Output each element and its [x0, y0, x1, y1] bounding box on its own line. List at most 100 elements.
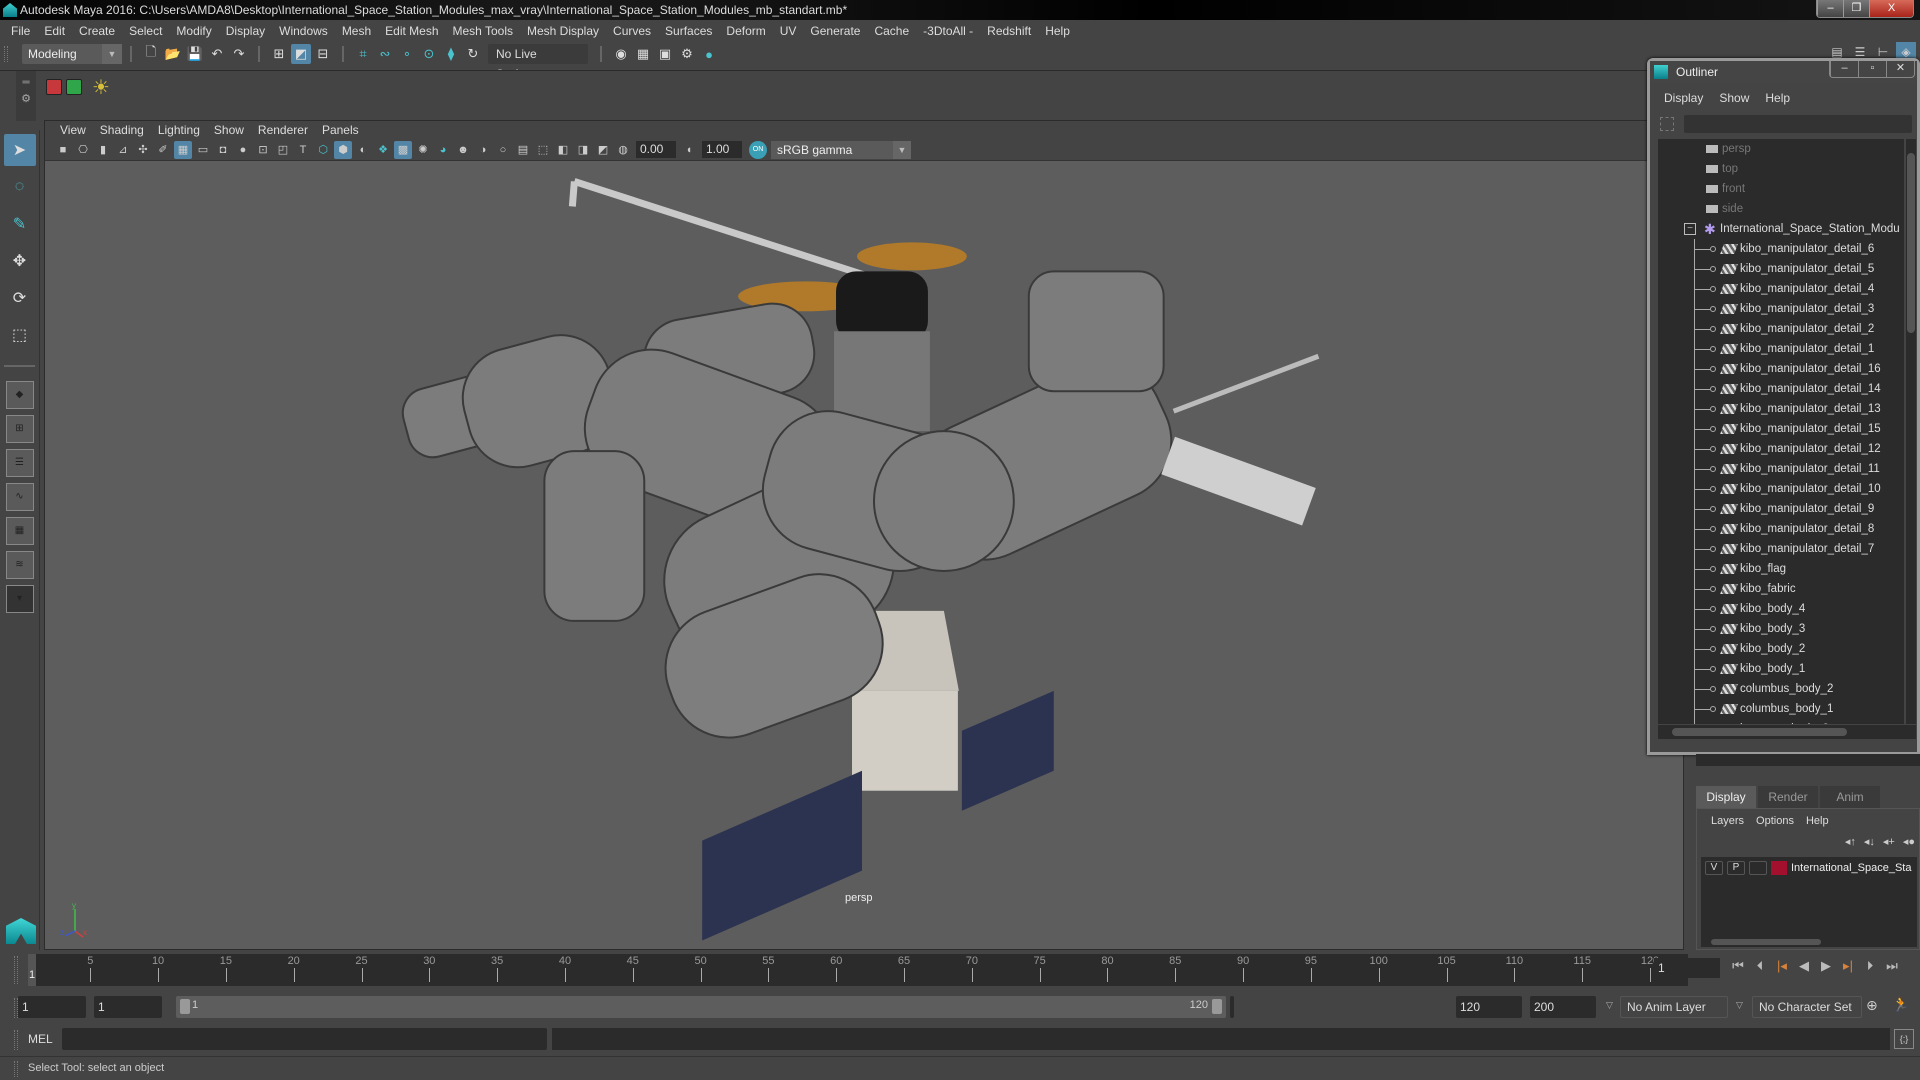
snap-to-point-icon[interactable]: ∘ [397, 44, 417, 64]
script-editor-icon[interactable]: {;} [1894, 1029, 1914, 1049]
outliner-menu-display[interactable]: Display [1656, 91, 1711, 105]
persp-outliner-layout-icon[interactable]: ☰ [5, 449, 34, 477]
outliner-item-mesh[interactable]: kibo_manipulator_detail_15 [1658, 419, 1904, 439]
anim-layer-dropdown[interactable]: No Anim Layer [1620, 996, 1728, 1018]
new-empty-layer-icon[interactable]: ◂+ [1883, 835, 1895, 848]
rotate-tool-icon[interactable]: ⟳ [4, 282, 36, 314]
shelf-gear-icon[interactable]: ⚙ [16, 92, 36, 105]
current-frame-field[interactable]: 1 [1654, 958, 1720, 978]
outliner-item-mesh[interactable]: kibo_flag [1658, 559, 1904, 579]
textured-icon[interactable]: ▩ [394, 140, 412, 159]
move-tool-icon[interactable]: ✥ [4, 245, 36, 277]
outliner-item-mesh[interactable]: columbus_body_2 [1658, 679, 1904, 699]
scene-canvas[interactable] [45, 161, 1683, 951]
single-perspective-layout-icon[interactable]: ◆ [5, 381, 34, 409]
red-light-icon[interactable] [46, 79, 62, 95]
menu-generate[interactable]: Generate [803, 20, 867, 42]
playback-start-field[interactable]: 1 [94, 996, 162, 1018]
exposure-icon[interactable]: ◍ [614, 141, 632, 159]
view-transform-dropdown[interactable]: sRGB gamma ▼ [771, 140, 911, 159]
four-view-layout-icon[interactable]: ⊞ [5, 415, 34, 443]
menu-create[interactable]: Create [72, 20, 122, 42]
menu-3dtoall[interactable]: -3DtoAll - [916, 20, 980, 42]
select-by-hierarchy-icon[interactable]: ⊞ [269, 44, 289, 64]
snap-to-curve-icon[interactable]: ∾ [375, 44, 395, 64]
scale-tool-icon[interactable]: ⬚ [4, 319, 36, 351]
select-tool-icon[interactable]: ➤ [3, 134, 36, 166]
minimize-button[interactable]: – [1817, 0, 1843, 17]
outliner-item-mesh[interactable]: kibo_manipulator_detail_4 [1658, 279, 1904, 299]
outliner-item-group[interactable]: − ✱ International_Space_Station_Modu [1658, 219, 1904, 239]
shadows-icon[interactable]: ◕ [434, 141, 452, 159]
exposure-field[interactable]: 0.00 [636, 141, 676, 158]
gate-mask-icon[interactable]: ● [234, 141, 252, 159]
menu-surfaces[interactable]: Surfaces [658, 20, 719, 42]
help-line-grip[interactable] [14, 1061, 18, 1077]
smooth-shade-icon[interactable]: ⬢ [334, 140, 352, 159]
screen-space-ao-icon[interactable]: ☻ [454, 141, 472, 159]
render-frame-icon[interactable]: ▦ [633, 44, 653, 64]
live-surface-field[interactable]: No Live Surface [488, 44, 588, 81]
menu-deform[interactable]: Deform [719, 20, 772, 42]
play-forwards-icon[interactable]: ▶ [1818, 958, 1834, 974]
shelf-tabs-icon[interactable]: ═ [16, 77, 36, 88]
outliner-item-mesh[interactable]: kibo_manipulator_detail_10 [1658, 479, 1904, 499]
chevron-down-icon[interactable]: ▽ [1606, 1000, 1613, 1011]
shelf-tab-strip[interactable]: ═ ⚙ [16, 71, 36, 121]
playback-range-slider[interactable]: 1 120 [176, 996, 1226, 1018]
animation-end-field[interactable]: 200 [1530, 996, 1596, 1018]
render-view-icon[interactable]: ◉ [611, 44, 631, 64]
layer-row[interactable]: V P International_Space_Sta [1705, 861, 1911, 875]
step-back-frame-icon[interactable]: ⏴ [1752, 958, 1768, 974]
status-line-grip[interactable] [4, 46, 8, 62]
outliner-menu-help[interactable]: Help [1757, 91, 1798, 105]
range-start-handle[interactable] [180, 999, 190, 1014]
green-light-icon[interactable] [66, 79, 82, 95]
save-scene-icon[interactable]: 💾 [185, 44, 205, 64]
command-line-grip[interactable] [14, 1030, 18, 1050]
resolution-gate-icon[interactable]: ◘ [214, 141, 232, 159]
wireframe-icon[interactable]: ⬡ [314, 141, 332, 159]
outliner-item-mesh[interactable]: kibo_manipulator_detail_16 [1658, 359, 1904, 379]
layer-menu-layers[interactable]: Layers [1705, 815, 1750, 827]
character-set-dropdown[interactable]: No Character Set [1752, 996, 1862, 1018]
outliner-titlebar[interactable]: Outliner – ▫ ✕ [1650, 61, 1917, 83]
outliner-item-mesh[interactable]: kibo_manipulator_detail_14 [1658, 379, 1904, 399]
layer-horizontal-scrollbar[interactable] [1701, 937, 1917, 947]
mel-input[interactable] [62, 1028, 547, 1050]
timeline-ruler[interactable]: 1 5 10 15 20 25 30 35 40 45 50 55 60 65 70 75 80 85 90 95 1… [28, 954, 1688, 986]
scrollbar-thumb[interactable] [1711, 939, 1821, 945]
viewport-menu-lighting[interactable]: Lighting [151, 123, 207, 137]
safe-action-icon[interactable]: ◰ [274, 141, 292, 159]
outliner-item-mesh[interactable]: kibo_manipulator_detail_13 [1658, 399, 1904, 419]
layer-visibility-toggle[interactable]: V [1705, 861, 1723, 875]
new-layer-selected-icon[interactable]: ◂● [1903, 835, 1915, 848]
new-scene-icon[interactable]: 🗋 [141, 44, 161, 64]
image-plane-icon[interactable]: ⊿ [114, 141, 132, 159]
hypershade-icon[interactable]: ● [699, 44, 719, 64]
outliner-item-mesh[interactable]: kibo_body_4 [1658, 599, 1904, 619]
outliner-item-mesh[interactable]: kibo_manipulator_detail_3 [1658, 299, 1904, 319]
outliner-item-mesh[interactable]: kibo_body_3 [1658, 619, 1904, 639]
filter-icon[interactable] [1660, 117, 1674, 131]
animation-start-field[interactable]: 1 [18, 996, 86, 1018]
menu-set-dropdown[interactable]: Modeling ▼ [22, 44, 122, 64]
select-by-object-icon[interactable]: ◩ [291, 44, 311, 64]
outliner-item-mesh[interactable]: kibo_manipulator_detail_7 [1658, 539, 1904, 559]
layer-menu-help[interactable]: Help [1800, 815, 1835, 827]
flat-lighting-icon[interactable]: ◐ [354, 141, 372, 159]
viewport-menu-renderer[interactable]: Renderer [251, 123, 315, 137]
camera-attributes-icon[interactable]: ⎔ [74, 141, 92, 159]
outliner-menu-show[interactable]: Show [1711, 91, 1757, 105]
menu-modify[interactable]: Modify [169, 20, 218, 42]
menu-select[interactable]: Select [122, 20, 169, 42]
xray-icon[interactable]: ◧ [554, 141, 572, 159]
range-end-handle[interactable] [1212, 999, 1222, 1014]
depth-of-field-icon[interactable]: ▤ [514, 141, 532, 159]
viewport-menu-view[interactable]: View [53, 123, 93, 137]
viewport-panel[interactable]: View Shading Lighting Show Renderer Panels ■ … [44, 120, 1684, 950]
play-backwards-icon[interactable]: ◀ [1796, 958, 1812, 974]
motion-blur-icon[interactable]: ◑ [474, 141, 492, 159]
use-all-lights-icon[interactable]: ✺ [414, 141, 432, 159]
outliner-item-camera[interactable]: side [1658, 199, 1904, 219]
